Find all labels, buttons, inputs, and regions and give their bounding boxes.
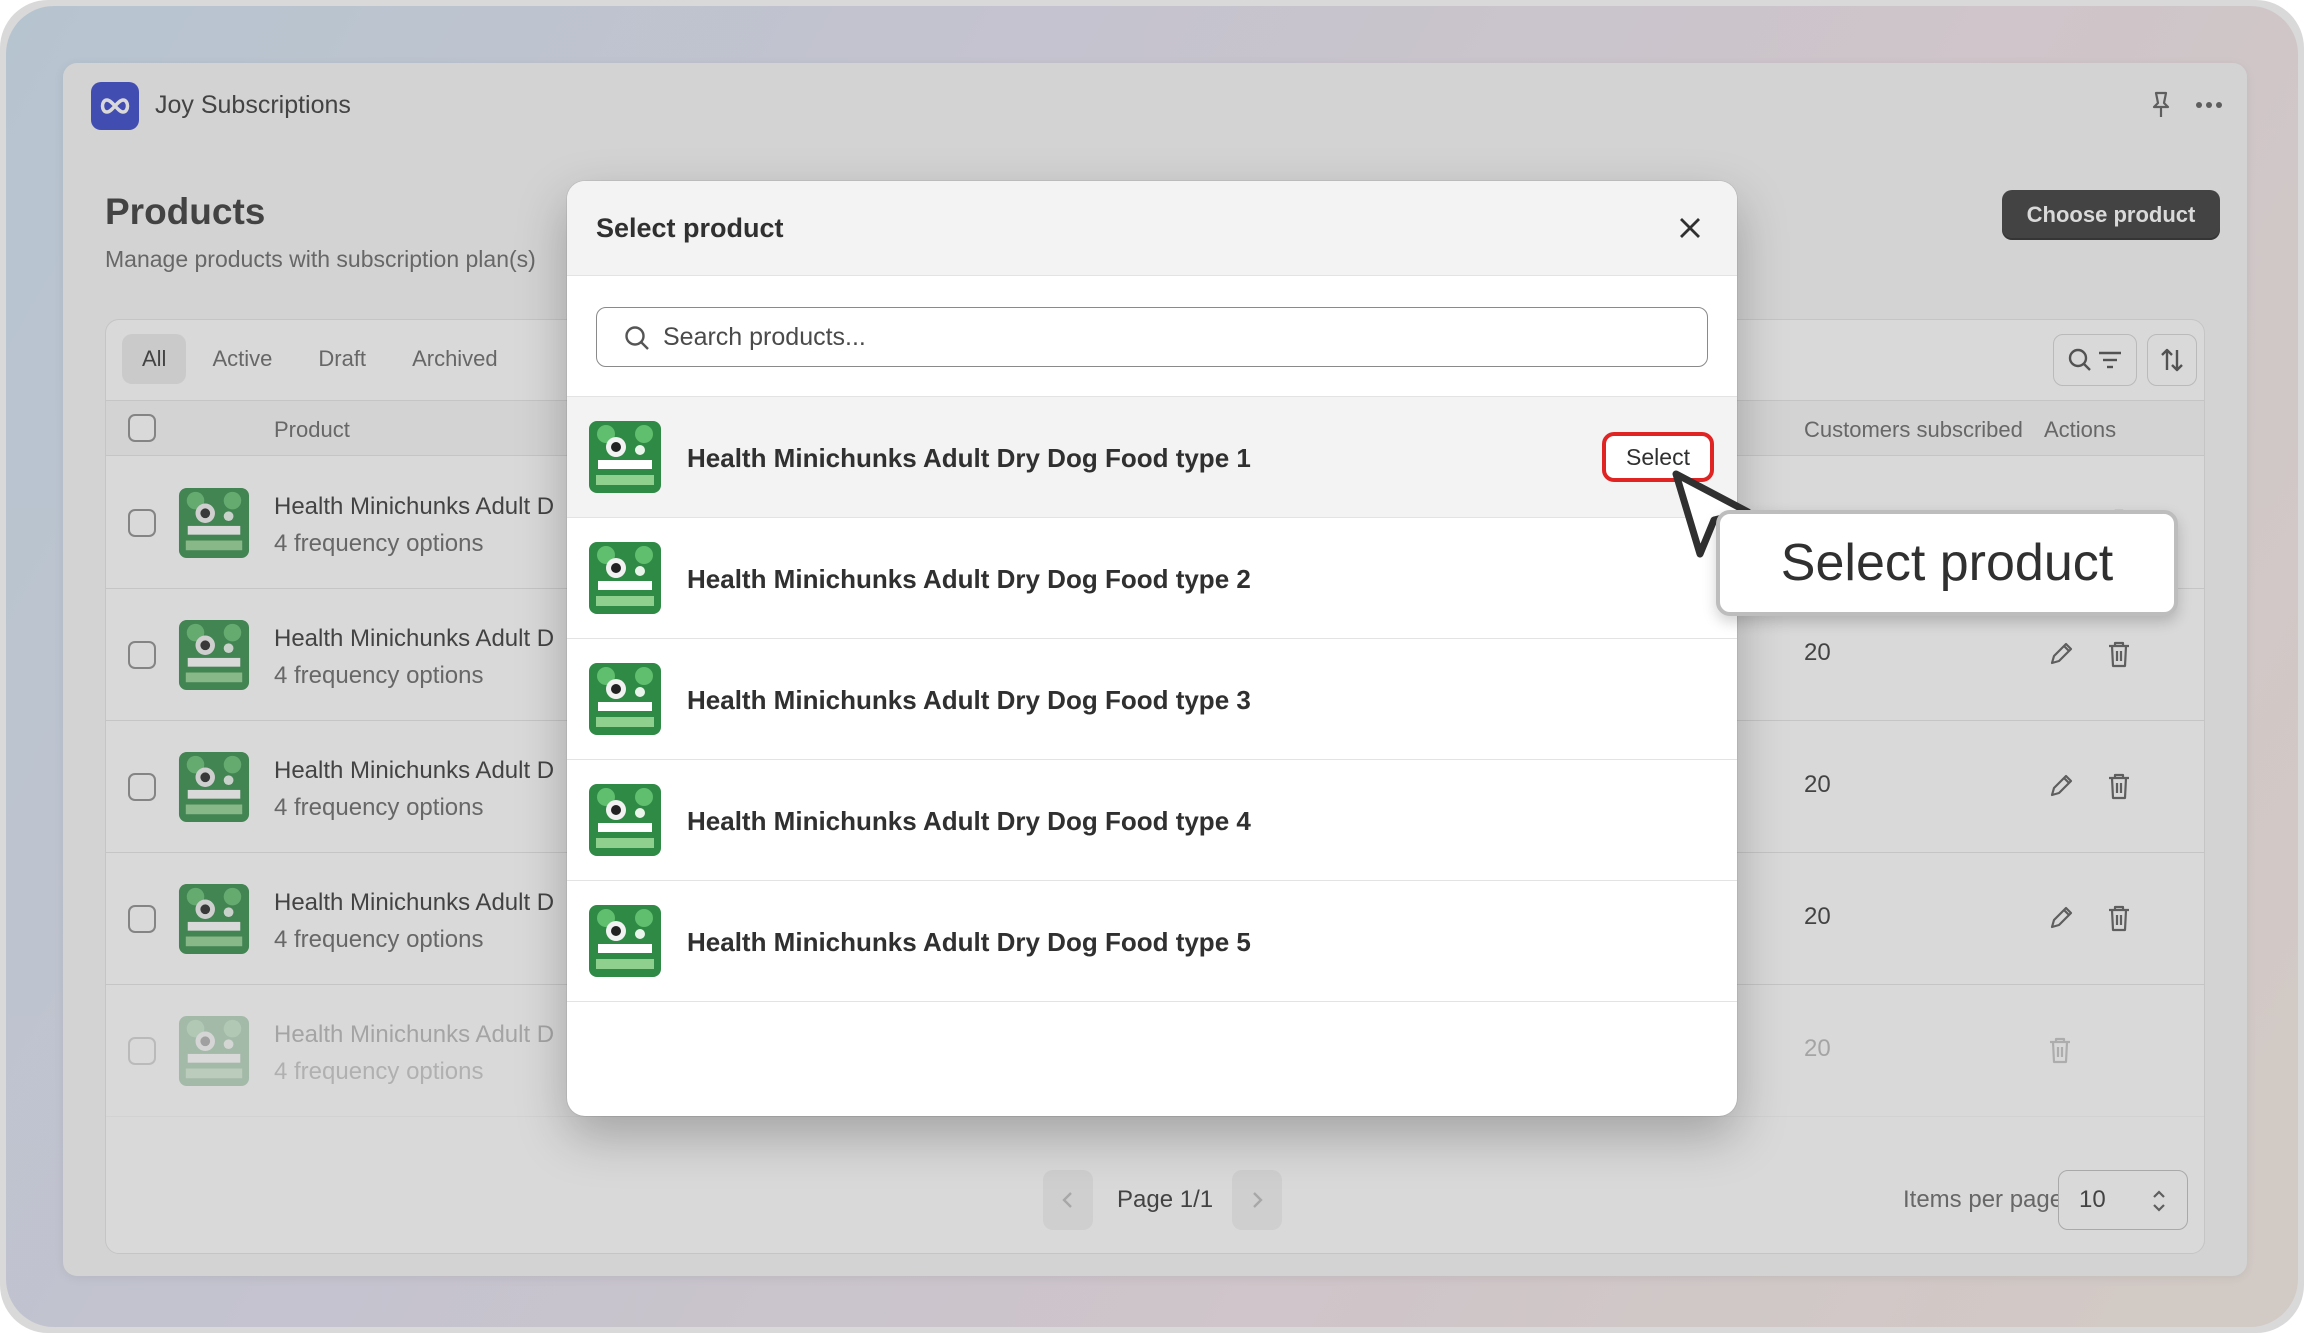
product-list-item[interactable]: Health Minichunks Adult Dry Dog Food typ… [567,639,1737,760]
product-thumbnail [589,421,661,493]
product-thumbnail [589,784,661,856]
modal-header: Select product [567,181,1737,276]
product-list-item[interactable]: Health Minichunks Adult Dry Dog Food typ… [567,881,1737,1002]
close-icon [1680,218,1700,238]
product-thumbnail [589,905,661,977]
close-button[interactable] [1673,211,1707,245]
product-name: Health Minichunks Adult Dry Dog Food typ… [687,927,1251,957]
product-name: Health Minichunks Adult Dry Dog Food typ… [687,806,1251,836]
product-list-item[interactable]: Health Minichunks Adult Dry Dog Food typ… [567,518,1737,639]
product-thumbnail [589,542,661,614]
search-box [596,307,1708,367]
search-icon [625,326,649,350]
search-input[interactable] [663,318,1663,356]
modal-title: Select product [596,213,784,243]
product-list-item[interactable]: Health Minichunks Adult Dry Dog Food typ… [567,397,1737,518]
product-list: Health Minichunks Adult Dry Dog Food typ… [567,396,1737,1002]
select-product-modal: Select product Health Minichunks Adult D… [567,181,1737,1116]
product-name: Health Minichunks Adult Dry Dog Food typ… [687,685,1251,715]
product-name: Health Minichunks Adult Dry Dog Food typ… [687,443,1251,473]
select-product-callout: Select product [1716,510,2178,616]
product-thumbnail [589,663,661,735]
product-list-item[interactable]: Health Minichunks Adult Dry Dog Food typ… [567,760,1737,881]
product-name: Health Minichunks Adult Dry Dog Food typ… [687,564,1251,594]
